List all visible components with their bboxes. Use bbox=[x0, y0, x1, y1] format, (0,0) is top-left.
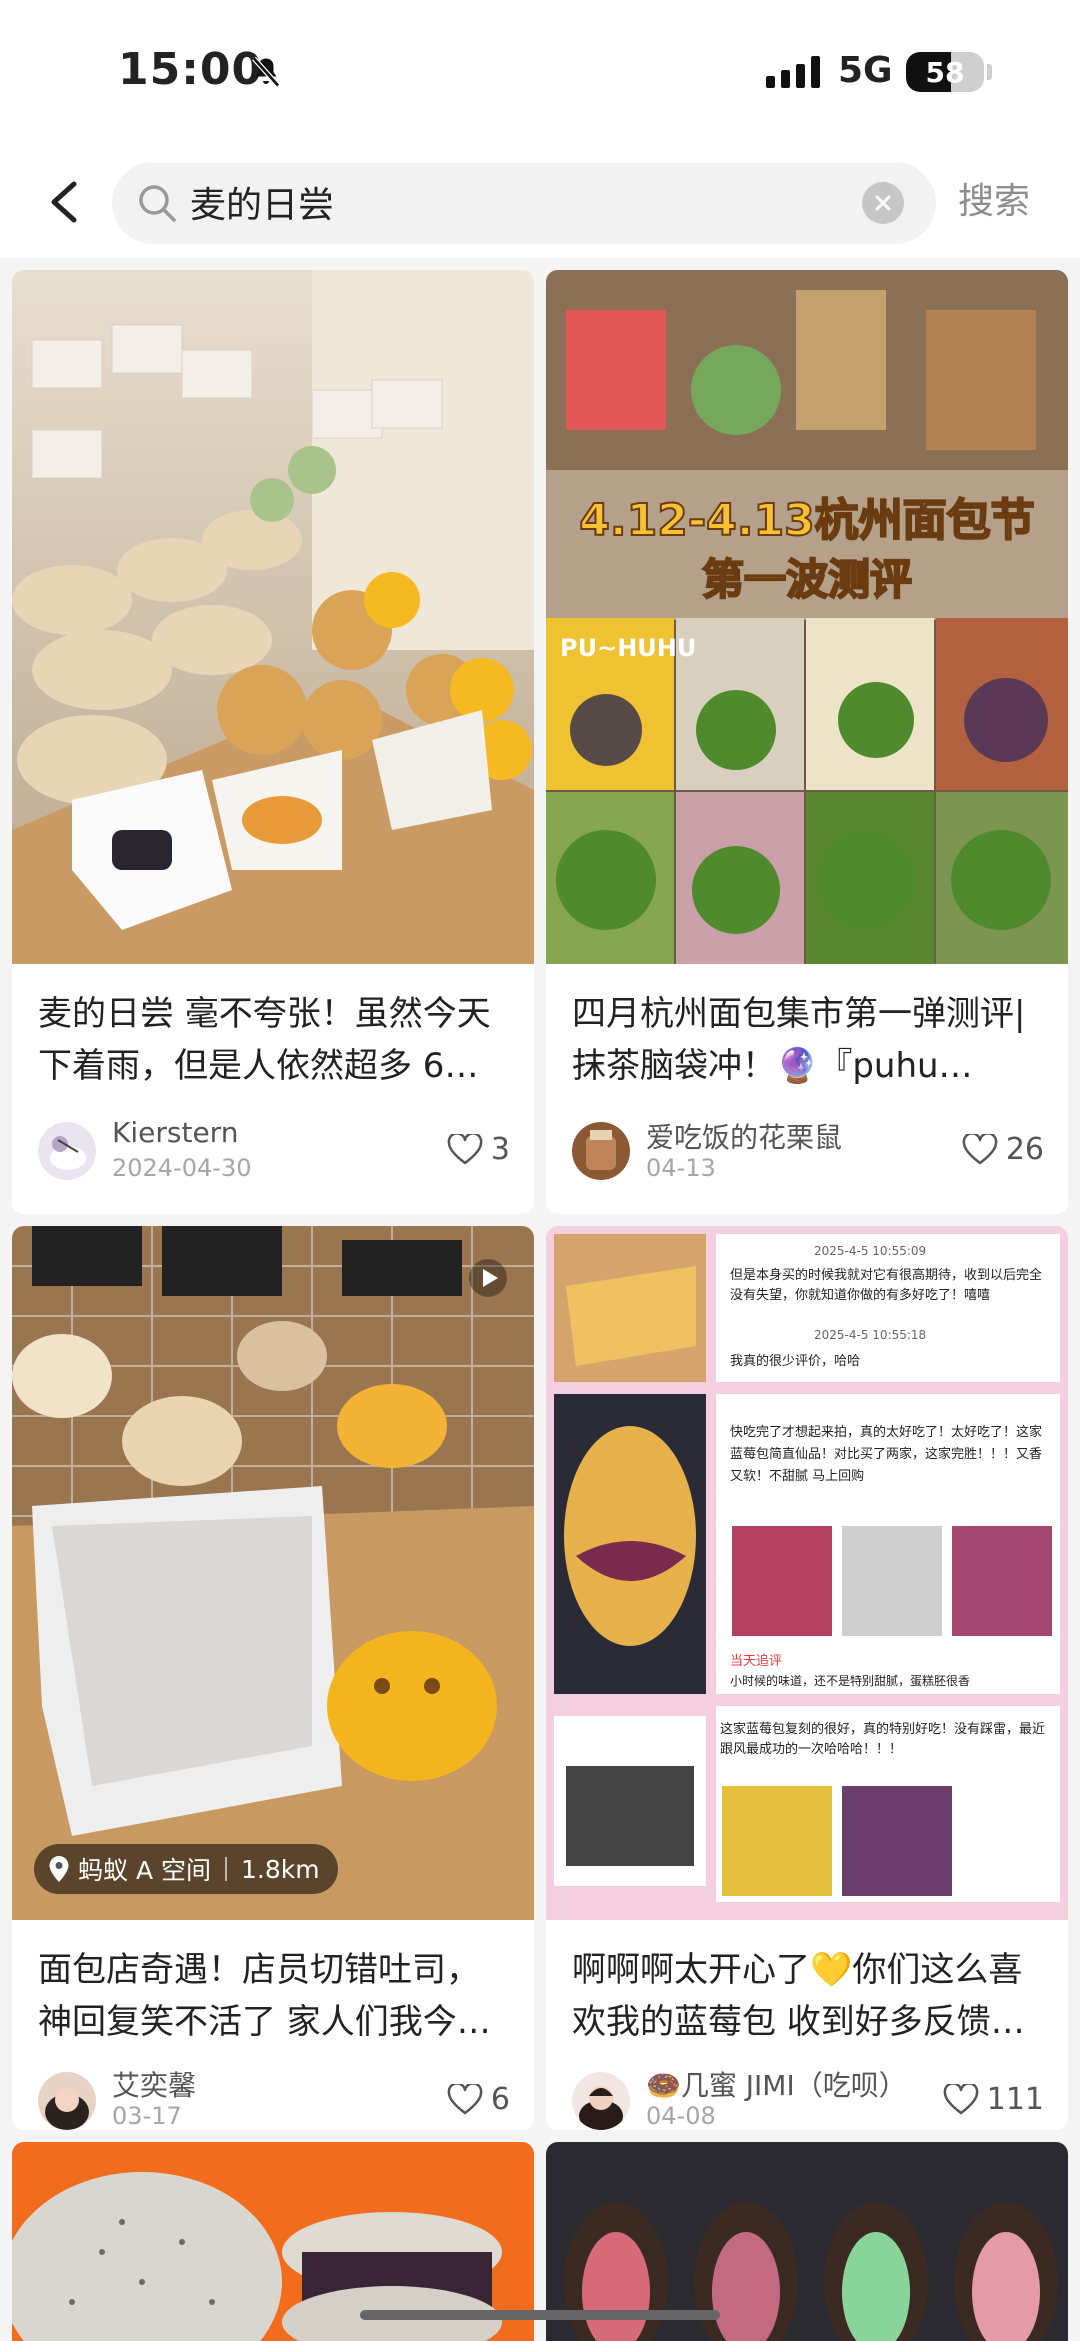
note-card[interactable]: 麦的日尝 毫不夸张！虽然今天下着雨，但是人依然超多 6… Kierstern 2… bbox=[12, 270, 534, 1214]
review-text: 快吃完了才想起来拍，真的太好吃了！太好吃了！这家蓝莓包简直仙品！对比买了两家，这… bbox=[730, 1425, 1043, 1484]
like-button[interactable]: 111 bbox=[943, 2082, 1044, 2117]
note-title: 啊啊啊太开心了💛你们这么喜欢我的蓝莓包 收到好多反馈… bbox=[572, 1950, 1025, 2042]
post-date: 04-13 bbox=[646, 1154, 716, 1182]
post-date: 03-17 bbox=[112, 2102, 182, 2130]
author-name[interactable]: 🍩几蜜 JIMI（吃呗） bbox=[646, 2064, 907, 2104]
note-card[interactable]: 4.12-4.13杭州面包节 第一波测评 PU~HUHU 四月杭州面包集市第一弹… bbox=[546, 270, 1068, 1214]
review-label: 当天追评 bbox=[730, 1654, 783, 1669]
note-cover-image: 4.12-4.13杭州面包节 第一波测评 PU~HUHU bbox=[546, 270, 1068, 964]
note-title: 四月杭州面包集市第一弹测评|抹茶脑袋冲！🔮『puhu… bbox=[572, 994, 1026, 1086]
search-submit-button[interactable]: 搜索 bbox=[958, 172, 1030, 224]
like-button[interactable]: 26 bbox=[962, 1132, 1044, 1167]
close-icon bbox=[875, 195, 891, 211]
author-name[interactable]: 艾奕馨 bbox=[112, 2064, 196, 2104]
post-date: 04-08 bbox=[646, 2102, 716, 2130]
like-count: 3 bbox=[490, 1132, 510, 1167]
note-card[interactable]: 蚂蚁 A 空间 1.8km 面包店奇遇！店员切错吐司，神回复笑不活了 家人们我今… bbox=[12, 1226, 534, 2130]
search-header: 搜索 bbox=[0, 150, 1080, 258]
note-cover-image: 2025-4-5 10:55:09 但是本身买的时候我就对它有很高期待，收到以后… bbox=[546, 1226, 1068, 1920]
note-cover-image bbox=[12, 270, 534, 964]
like-count: 6 bbox=[490, 2082, 510, 2117]
search-icon bbox=[139, 185, 176, 222]
like-button[interactable]: 6 bbox=[447, 2082, 510, 2117]
heart-icon bbox=[943, 2083, 979, 2114]
cover-headline: 4.12-4.13杭州面包节 bbox=[578, 494, 1035, 547]
review-text: 我真的很少评价，哈哈 bbox=[730, 1354, 861, 1369]
search-input[interactable] bbox=[190, 172, 850, 232]
search-box[interactable] bbox=[112, 162, 936, 244]
home-indicator[interactable] bbox=[360, 2310, 720, 2320]
back-icon[interactable] bbox=[36, 170, 96, 234]
avatar[interactable] bbox=[572, 2072, 630, 2130]
like-count: 26 bbox=[1005, 1132, 1044, 1167]
cover-tag: PU~HUHU bbox=[560, 634, 697, 662]
cellular-signal-icon bbox=[766, 56, 820, 88]
review-time: 2025-4-5 10:55:18 bbox=[814, 1328, 927, 1342]
bell-muted-icon bbox=[252, 56, 280, 88]
note-card[interactable]: 2025-4-5 10:55:09 但是本身买的时候我就对它有很高期待，收到以后… bbox=[546, 1226, 1068, 2130]
like-button[interactable]: 3 bbox=[447, 1132, 510, 1167]
avatar[interactable] bbox=[38, 1122, 96, 1180]
network-type: 5G bbox=[838, 50, 893, 91]
heart-icon bbox=[962, 1133, 998, 1164]
location-distance: 1.8km bbox=[241, 1854, 320, 1884]
heart-icon bbox=[447, 1133, 483, 1164]
avatar[interactable] bbox=[38, 2072, 96, 2130]
note-cover-image: 蚂蚁 A 空间 1.8km bbox=[12, 1226, 534, 1920]
status-bar: 15:00 5G 58 bbox=[0, 0, 1080, 150]
location-pin-icon bbox=[49, 1856, 69, 1882]
review-text: 但是本身买的时候我就对它有很高期待，收到以后完全没有失望，你就知道你做的有多好吃… bbox=[730, 1268, 1043, 1303]
like-count: 111 bbox=[986, 2082, 1044, 2117]
review-text: 小时候的味道，还不是特别甜腻，蛋糕胚很香 bbox=[730, 1674, 971, 1688]
heart-icon bbox=[447, 2083, 483, 2114]
author-name[interactable]: Kierstern bbox=[112, 1116, 238, 1149]
post-date: 2024-04-30 bbox=[112, 1154, 252, 1182]
author-name[interactable]: 爱吃饭的花栗鼠 bbox=[646, 1116, 842, 1156]
divider bbox=[225, 1857, 227, 1881]
avatar[interactable] bbox=[572, 1122, 630, 1180]
video-icon bbox=[469, 1259, 507, 1297]
review-time: 2025-4-5 10:55:09 bbox=[814, 1244, 927, 1258]
note-title: 麦的日尝 毫不夸张！虽然今天下着雨，但是人依然超多 6… bbox=[38, 994, 491, 1086]
note-title: 面包店奇遇！店员切错吐司，神回复笑不活了 家人们我今… bbox=[38, 1950, 491, 2042]
location-name: 蚂蚁 A 空间 bbox=[78, 1856, 211, 1885]
review-text: 这家蓝莓包复刻的很好，真的特别好吃！没有踩雷，最近跟风最成功的一次哈哈哈！！！ bbox=[720, 1722, 1046, 1757]
cover-subheadline: 第一波测评 bbox=[701, 554, 913, 605]
status-time: 15:00 bbox=[118, 44, 264, 95]
location-badge[interactable]: 蚂蚁 A 空间 1.8km bbox=[34, 1844, 338, 1894]
battery-tip bbox=[987, 64, 992, 80]
battery-icon: 58 bbox=[906, 52, 984, 92]
clear-search-button[interactable] bbox=[862, 182, 904, 224]
battery-level: 58 bbox=[925, 56, 965, 89]
